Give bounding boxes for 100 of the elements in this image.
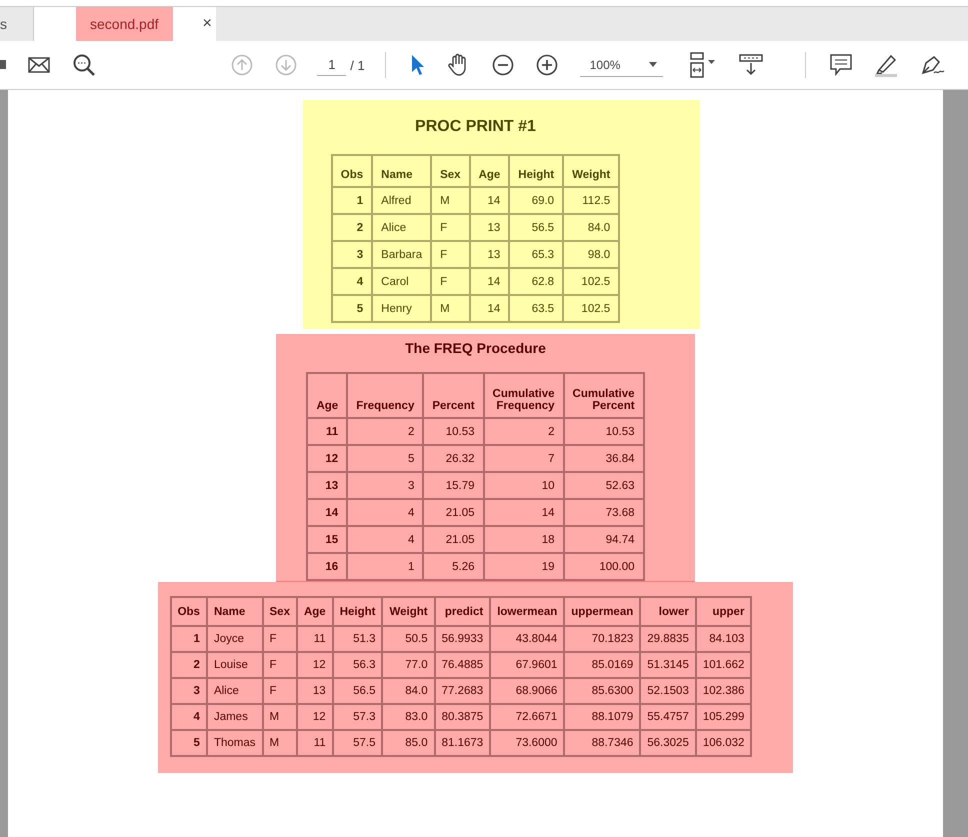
table-cell: M	[431, 295, 470, 322]
table-cell: 52.63	[564, 472, 644, 499]
table-cell: 11	[296, 626, 333, 652]
table-cell: 4	[347, 526, 424, 553]
column-header: Percent	[423, 373, 484, 418]
highlighter-icon[interactable]	[874, 53, 898, 77]
table-cell: 5	[332, 295, 372, 322]
table-cell: 63.5	[509, 295, 564, 322]
column-header: upper	[696, 597, 752, 626]
table-cell: 12	[296, 652, 333, 678]
fit-page-icon[interactable]	[689, 52, 718, 78]
table-cell: 106.032	[696, 730, 752, 756]
sign-pen-icon[interactable]	[920, 53, 946, 77]
column-header: Cumulative Frequency	[484, 373, 564, 418]
column-header: Obs	[332, 155, 372, 187]
table-cell: 51.3145	[640, 652, 696, 678]
column-header: Age	[296, 597, 333, 626]
table-cell: 2	[170, 652, 207, 678]
column-header: predict	[434, 597, 490, 626]
mail-icon[interactable]	[28, 57, 50, 73]
table-cell: 56.3	[332, 652, 382, 678]
table-cell: 83.0	[382, 704, 435, 730]
column-header: Age	[470, 155, 510, 187]
table-cell: 81.1673	[434, 730, 490, 756]
table-cell: Henry	[372, 295, 432, 322]
comment-icon[interactable]	[830, 54, 852, 76]
table-cell: 4	[170, 704, 207, 730]
table-cell: 55.4757	[640, 704, 696, 730]
table-cell: 76.4885	[434, 652, 490, 678]
column-header: Weight	[563, 155, 620, 187]
table-cell: F	[431, 214, 470, 241]
column-header: Sex	[262, 597, 297, 626]
table-cell: 85.0	[382, 730, 435, 756]
table-cell: F	[262, 652, 297, 678]
table-cell: 2	[484, 418, 564, 445]
table-cell: 19	[484, 553, 564, 580]
table-cell: 14	[470, 187, 510, 214]
table-cell: 80.3875	[434, 704, 490, 730]
column-header: lowermean	[490, 597, 564, 626]
column-header: Height	[509, 155, 564, 187]
table-cell: M	[431, 187, 470, 214]
table-cell: 18	[484, 526, 564, 553]
table-cell: 5	[347, 445, 424, 472]
close-tab-button[interactable]: ×	[202, 15, 212, 33]
table-cell: 69.0	[509, 187, 564, 214]
table-cell: 13	[307, 472, 348, 499]
table-cell: F	[262, 626, 297, 652]
table-cell: 26.32	[423, 445, 484, 472]
table-cell: 12	[296, 704, 333, 730]
zoom-in-icon[interactable]	[536, 54, 558, 76]
table-cell: 10	[484, 472, 564, 499]
table-cell: M	[262, 704, 297, 730]
column-header: Name	[372, 155, 432, 187]
table-cell: 84.0	[382, 678, 435, 704]
table-cell: Louise	[206, 652, 262, 678]
table-cell: 15.79	[423, 472, 484, 499]
panel-title: The FREQ Procedure	[404, 340, 547, 356]
page-number-field[interactable]: 1	[317, 54, 346, 76]
table-cell: 5	[170, 730, 207, 756]
search-icon[interactable]	[72, 53, 96, 77]
column-header: Weight	[382, 597, 435, 626]
table-cell: 100.00	[564, 553, 644, 580]
table-cell: Joyce	[206, 626, 262, 652]
table-cell: 2	[332, 214, 372, 241]
table-cell: 14	[470, 295, 510, 322]
table-cell: 52.1503	[640, 678, 696, 704]
scroll-mode-icon[interactable]	[739, 54, 764, 76]
zoom-dropdown[interactable]: 100%	[580, 54, 664, 76]
document-tab[interactable]: second.pdf ×	[34, 7, 216, 41]
table-cell: 102.386	[696, 678, 752, 704]
table-cell: 1	[332, 187, 372, 214]
zoom-out-icon[interactable]	[492, 54, 514, 76]
table-cell: 3	[332, 241, 372, 268]
table-cell: 56.3025	[640, 730, 696, 756]
pointer-icon[interactable]	[410, 54, 426, 76]
table-cell: 56.5	[332, 678, 382, 704]
column-header: Frequency	[347, 373, 424, 418]
table-cell: 11	[307, 418, 348, 445]
column-header: Sex	[431, 155, 470, 187]
table-cell: Carol	[372, 268, 432, 295]
table-cell: 21.05	[423, 499, 484, 526]
table-cell: 14	[484, 499, 564, 526]
table-cell: 85.0169	[564, 652, 640, 678]
table-cell: 13	[296, 678, 333, 704]
table-cell: 85.6300	[564, 678, 640, 704]
table-cell: 77.2683	[434, 678, 490, 704]
column-header: uppermean	[564, 597, 640, 626]
table-cell: 101.662	[696, 652, 752, 678]
table-cell: 102.5	[563, 295, 620, 322]
table-cell: 10.53	[423, 418, 484, 445]
table-cell: 15	[307, 526, 348, 553]
table-cell: 3	[170, 678, 207, 704]
table-cell: 14	[307, 499, 348, 526]
table-cell: 51.3	[332, 626, 382, 652]
table-cell: 4	[332, 268, 372, 295]
table-cell: Alice	[206, 678, 262, 704]
table-cell: 70.1823	[564, 626, 640, 652]
table-cell: 73.68	[564, 499, 644, 526]
table-cell: 7	[484, 445, 564, 472]
caret-icon[interactable]	[649, 62, 658, 67]
